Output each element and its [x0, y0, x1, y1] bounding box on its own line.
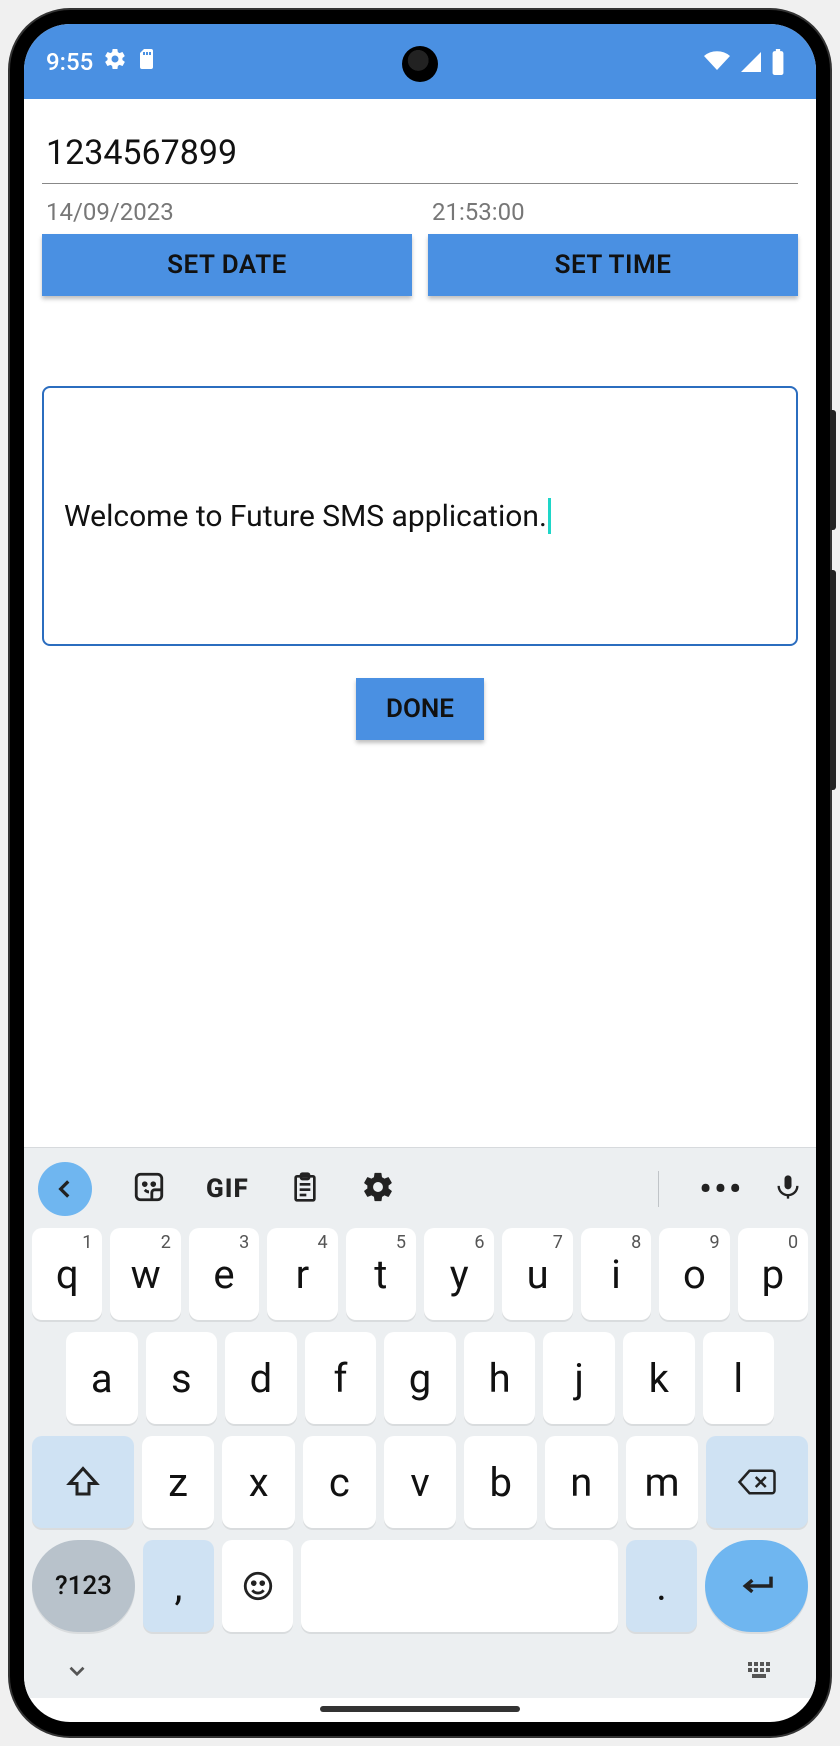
set-time-button[interactable]: SET TIME — [428, 234, 798, 296]
key-j[interactable]: j — [543, 1332, 615, 1424]
camera-notch — [402, 46, 438, 82]
screen: 9:55 — [24, 24, 816, 1722]
key-u[interactable]: u7 — [502, 1228, 572, 1320]
settings-icon[interactable] — [361, 1170, 395, 1208]
done-button[interactable]: DONE — [356, 678, 484, 740]
message-input[interactable]: Welcome to Future SMS application. — [42, 386, 798, 646]
time-column: 21:53:00 SET TIME — [428, 198, 798, 296]
key-p[interactable]: p0 — [738, 1228, 808, 1320]
gear-icon — [103, 47, 127, 77]
key-h[interactable]: h — [464, 1332, 536, 1424]
key-v[interactable]: v — [384, 1436, 457, 1528]
app-content: 14/09/2023 SET DATE 21:53:00 SET TIME We… — [24, 99, 816, 1147]
emoji-icon — [241, 1569, 275, 1603]
battery-icon — [770, 49, 786, 75]
done-row: DONE — [42, 678, 798, 740]
key-g[interactable]: g — [384, 1332, 456, 1424]
sd-card-icon — [137, 47, 157, 77]
text-cursor — [548, 498, 551, 534]
comma-key[interactable]: , — [143, 1540, 214, 1632]
key-c[interactable]: c — [303, 1436, 376, 1528]
kb-back-button[interactable] — [38, 1162, 92, 1216]
keyboard-row-3: zxcvbnm — [32, 1436, 808, 1528]
backspace-icon — [737, 1466, 777, 1498]
side-button — [830, 570, 836, 790]
key-s[interactable]: s — [146, 1332, 218, 1424]
key-l[interactable]: l — [703, 1332, 775, 1424]
collapse-keyboard-icon[interactable] — [64, 1658, 90, 1688]
nav-hints — [24, 1652, 816, 1698]
keyboard-row-2: asdfghjkl — [32, 1332, 808, 1424]
key-m[interactable]: m — [626, 1436, 699, 1528]
enter-icon — [737, 1572, 777, 1600]
date-column: 14/09/2023 SET DATE — [42, 198, 412, 296]
space-key[interactable] — [301, 1540, 618, 1632]
key-n[interactable]: n — [545, 1436, 618, 1528]
nav-handle[interactable] — [320, 1706, 520, 1712]
clipboard-icon[interactable] — [289, 1170, 321, 1208]
status-time: 9:55 — [46, 48, 93, 76]
emoji-key[interactable] — [222, 1540, 293, 1632]
key-z[interactable]: z — [142, 1436, 215, 1528]
key-x[interactable]: x — [222, 1436, 295, 1528]
key-b[interactable]: b — [464, 1436, 537, 1528]
wifi-icon — [702, 50, 732, 74]
key-t[interactable]: t5 — [346, 1228, 416, 1320]
keyboard-row-1: q1w2e3r4t5y6u7i8o9p0 — [32, 1228, 808, 1320]
key-y[interactable]: y6 — [424, 1228, 494, 1320]
key-a[interactable]: a — [66, 1332, 138, 1424]
side-button — [830, 410, 836, 530]
key-e[interactable]: e3 — [189, 1228, 259, 1320]
shift-icon — [65, 1464, 101, 1500]
toolbar-divider — [658, 1171, 659, 1207]
backspace-key[interactable] — [706, 1436, 808, 1528]
set-date-button[interactable]: SET DATE — [42, 234, 412, 296]
period-key[interactable]: . — [626, 1540, 697, 1632]
gif-button[interactable]: GIF — [206, 1174, 249, 1204]
date-time-row: 14/09/2023 SET DATE 21:53:00 SET TIME — [42, 198, 798, 296]
enter-key[interactable] — [705, 1540, 808, 1632]
key-d[interactable]: d — [225, 1332, 297, 1424]
key-k[interactable]: k — [623, 1332, 695, 1424]
status-left: 9:55 — [46, 47, 157, 77]
time-label: 21:53:00 — [428, 198, 798, 226]
keyboard-row-4: ?123 , . — [32, 1540, 808, 1632]
phone-frame: 9:55 — [10, 10, 830, 1736]
sticker-icon[interactable] — [132, 1170, 166, 1208]
key-r[interactable]: r4 — [267, 1228, 337, 1320]
numeric-switch-key[interactable]: ?123 — [32, 1540, 135, 1632]
message-text: Welcome to Future SMS application. — [64, 499, 547, 534]
keyboard-toolbar: GIF ••• — [32, 1154, 808, 1228]
shift-key[interactable] — [32, 1436, 134, 1528]
keyboard-switch-icon[interactable] — [746, 1660, 776, 1686]
status-right — [702, 49, 786, 75]
phone-number-input[interactable] — [42, 127, 798, 184]
mic-icon[interactable] — [774, 1169, 802, 1209]
more-icon[interactable]: ••• — [699, 1170, 744, 1208]
soft-keyboard: GIF ••• q1w2e3r4t5y6u7i8o9p0 — [24, 1147, 816, 1652]
date-label: 14/09/2023 — [42, 198, 412, 226]
key-q[interactable]: q1 — [32, 1228, 102, 1320]
key-i[interactable]: i8 — [581, 1228, 651, 1320]
signal-icon — [738, 50, 764, 74]
key-w[interactable]: w2 — [110, 1228, 180, 1320]
key-f[interactable]: f — [305, 1332, 377, 1424]
key-o[interactable]: o9 — [659, 1228, 729, 1320]
chevron-left-icon — [52, 1176, 78, 1202]
